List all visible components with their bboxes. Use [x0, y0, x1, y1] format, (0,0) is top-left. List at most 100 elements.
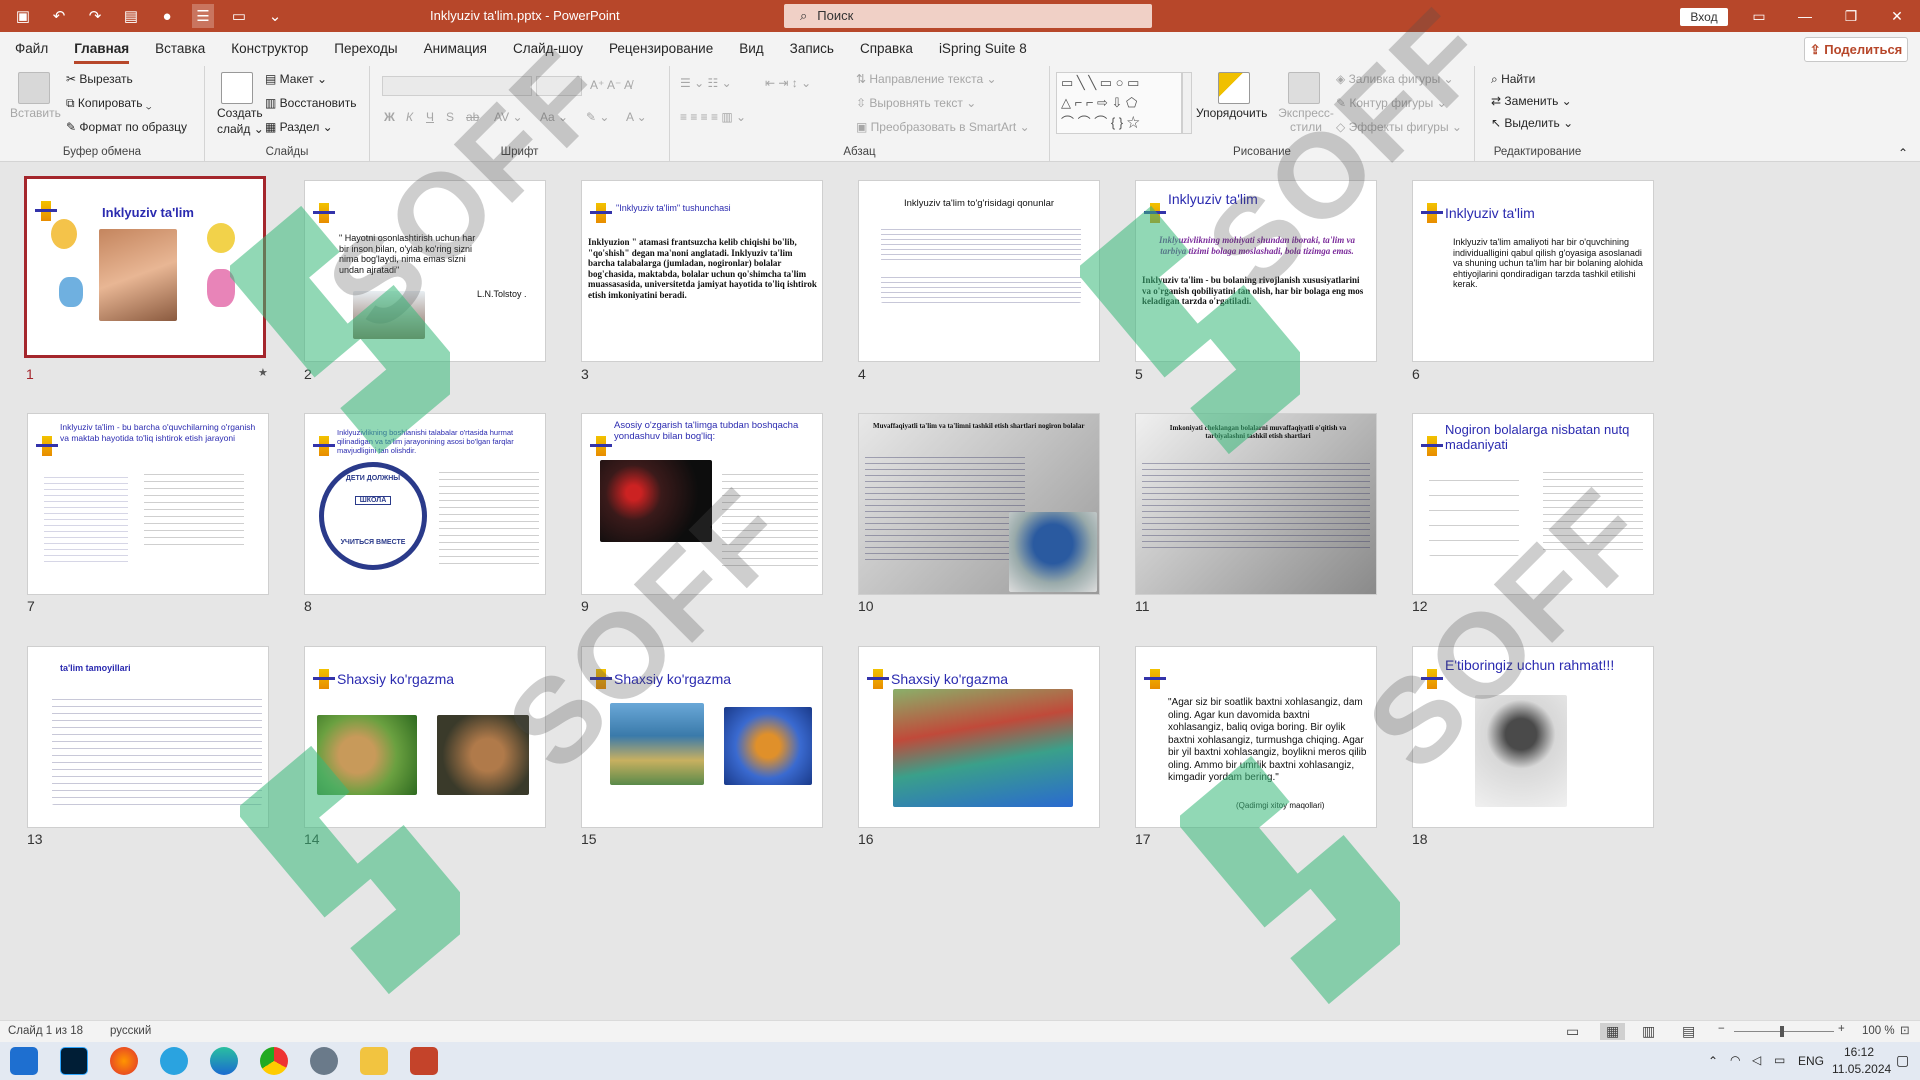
notifications-icon[interactable]: ▢ — [1896, 1052, 1909, 1069]
zoom-in-icon[interactable]: + — [1838, 1023, 1845, 1035]
settings-icon[interactable] — [310, 1047, 338, 1075]
slideshow-view-icon[interactable]: ▤ — [1682, 1023, 1695, 1040]
photoshop-icon[interactable] — [60, 1047, 88, 1075]
close-icon[interactable]: ✕ — [1874, 0, 1920, 32]
font-color-icon[interactable]: A ⌄ — [626, 110, 647, 124]
font-size-select[interactable] — [536, 76, 582, 96]
tab-home[interactable]: Главная — [74, 41, 129, 64]
slide-sorter-icon[interactable]: ☰ — [192, 4, 214, 28]
volume-icon[interactable]: ◁ — [1752, 1053, 1761, 1067]
cut-button[interactable]: ✂ Вырезать — [66, 72, 133, 86]
underline-icon[interactable]: Ч — [426, 110, 434, 124]
font-family-select[interactable] — [382, 76, 532, 96]
slide-thumb-13[interactable]: ta'lim tamoyillari — [27, 646, 269, 828]
slide-thumb-14[interactable]: Shaxsiy ko'rgazma — [304, 646, 546, 828]
presenter-icon[interactable]: ▭ — [228, 7, 250, 25]
quick-styles-button[interactable]: Экспресс-стили — [1272, 106, 1340, 134]
slide-thumb-4[interactable]: Inklyuziv ta'lim to'g'risidagi qonunlar — [858, 180, 1100, 362]
layout-button[interactable]: ▤ Макет ⌄ — [265, 72, 327, 86]
new-slide-button-line2[interactable]: слайд ⌄ — [217, 122, 264, 136]
spacing-icon[interactable]: AV ⌄ — [494, 110, 523, 124]
collapse-ribbon-icon[interactable]: ⌃ — [1898, 146, 1908, 160]
copy-button[interactable]: ⧉ Копировать ⌄ — [66, 96, 152, 111]
tab-insert[interactable]: Вставка — [155, 41, 205, 56]
ribbon-display-icon[interactable]: ▭ — [1736, 0, 1782, 32]
slide-thumb-8[interactable]: Inklyuzivlikning boshlanishi talabalar o… — [304, 413, 546, 595]
bullets-icon[interactable]: ☰ ⌄ ☷ ⌄ — [680, 76, 732, 90]
arrange-button[interactable]: Упорядочить — [1196, 106, 1267, 120]
slide-thumb-3[interactable]: "Inklyuziv ta'lim" tushunchasi Inklyuzio… — [581, 180, 823, 362]
customize-toolbar-icon[interactable]: ⌄ — [264, 7, 286, 25]
tab-slideshow[interactable]: Слайд-шоу — [513, 41, 583, 56]
tab-animations[interactable]: Анимация — [424, 41, 487, 56]
undo-icon[interactable]: ↶ — [48, 7, 70, 25]
tab-review[interactable]: Рецензирование — [609, 41, 713, 56]
tab-file[interactable]: Файл — [15, 41, 48, 56]
text-direction-button[interactable]: ⇅ Направление текста ⌄ — [856, 72, 997, 86]
select-button[interactable]: ↖ Выделить ⌄ — [1491, 116, 1573, 130]
font-grow-icon[interactable]: A⁺ A⁻ A̸ — [590, 78, 632, 92]
case-icon[interactable]: Aa ⌄ — [540, 110, 568, 124]
zoom-level[interactable]: 100 % — [1862, 1025, 1895, 1037]
reading-view-icon[interactable]: ▥ — [1642, 1023, 1655, 1040]
slide-thumb-9[interactable]: Asosiy o'zgarish ta'limga tubdan boshqac… — [581, 413, 823, 595]
slide-thumb-12[interactable]: Nogiron bolalarga nisbatan nutq madaniya… — [1412, 413, 1654, 595]
save-icon[interactable]: ▣ — [12, 7, 34, 25]
slide-thumb-16[interactable]: Shaxsiy ko'rgazma — [858, 646, 1100, 828]
shapes-gallery[interactable]: ▭ ╲ ╲ ▭ ○ ▭ △ ⌐ ⌐ ⇨ ⇩ ⬠ ⌒ ⌒ ⌒ { } ☆ — [1056, 72, 1182, 134]
slide-thumb-15[interactable]: Shaxsiy ko'rgazma — [581, 646, 823, 828]
login-button[interactable]: Вход — [1680, 8, 1728, 26]
new-slide-button[interactable]: Создать — [217, 106, 263, 120]
tab-record[interactable]: Запись — [790, 41, 834, 56]
slideshow-start-icon[interactable]: ▤ — [120, 7, 142, 25]
file-explorer-icon[interactable] — [360, 1047, 388, 1075]
slide-thumb-7[interactable]: Inklyuziv ta'lim - bu barcha o'quvchilar… — [27, 413, 269, 595]
chrome-icon[interactable] — [260, 1047, 288, 1075]
align-text-button[interactable]: ⇳ Выровнять текст ⌄ — [856, 96, 976, 110]
highlight-icon[interactable]: ✎ ⌄ — [586, 110, 609, 124]
redo-icon[interactable]: ↷ — [84, 7, 106, 25]
slide-thumb-6[interactable]: Inklyuziv ta'lim Inklyuziv ta'lim amaliy… — [1412, 180, 1654, 362]
battery-icon[interactable]: ▭ — [1774, 1053, 1785, 1067]
language-indicator[interactable]: русский — [110, 1025, 151, 1037]
format-painter-button[interactable]: ✎ Формат по образцу — [66, 120, 187, 134]
share-button[interactable]: ⇪ Поделиться — [1804, 37, 1908, 62]
replace-button[interactable]: ⇄ Заменить ⌄ — [1491, 94, 1572, 108]
slide-thumb-10[interactable]: Muvaffaqiyatli ta'lim va ta'limni tashki… — [858, 413, 1100, 595]
clock-date[interactable]: 11.05.2024 — [1832, 1062, 1891, 1076]
shape-outline-button[interactable]: ✎ Контур фигуры ⌄ — [1336, 96, 1447, 110]
telegram-icon[interactable] — [160, 1047, 188, 1075]
slide-thumb-1[interactable]: Inklyuziv ta'lim — [24, 176, 266, 358]
windows-start-icon[interactable] — [10, 1047, 38, 1075]
wifi-icon[interactable]: ◠ — [1730, 1053, 1740, 1067]
restore-icon[interactable]: ❐ — [1828, 0, 1874, 32]
fit-slide-icon[interactable]: ⊡ — [1900, 1023, 1910, 1037]
slide-thumb-18[interactable]: E'tiboringiz uchun rahmat!!! — [1412, 646, 1654, 828]
shadow-icon[interactable]: S — [446, 110, 454, 124]
shapes-scroll[interactable] — [1182, 72, 1192, 134]
section-button[interactable]: ▦ Раздел ⌄ — [265, 120, 333, 134]
zoom-slider[interactable] — [1734, 1031, 1834, 1032]
slide-thumb-2[interactable]: " Hayotni osonlashtirish uchun har bir i… — [304, 180, 546, 362]
tab-ispring[interactable]: iSpring Suite 8 — [939, 41, 1027, 56]
strikethrough-icon[interactable]: ab — [466, 110, 479, 124]
tray-chevron-icon[interactable]: ⌃ — [1708, 1054, 1718, 1068]
input-language[interactable]: ENG — [1798, 1054, 1824, 1068]
tab-design[interactable]: Конструктор — [231, 41, 308, 56]
bold-icon[interactable]: Ж — [384, 110, 395, 124]
powerpoint-icon[interactable] — [410, 1047, 438, 1075]
arrange-icon[interactable] — [1218, 72, 1250, 104]
search-box[interactable]: ⌕ Поиск — [784, 4, 1152, 28]
find-button[interactable]: ⌕ Найти — [1491, 72, 1535, 87]
paste-icon[interactable] — [18, 72, 50, 104]
tab-help[interactable]: Справка — [860, 41, 913, 56]
slide-sorter-view-icon[interactable]: ▦ — [1600, 1023, 1626, 1040]
normal-view-icon[interactable]: ▭ — [1566, 1023, 1579, 1040]
indent-icon[interactable]: ⇤ ⇥ ↕ ⌄ — [765, 76, 811, 90]
smartart-button[interactable]: ▣ Преобразовать в SmartArt ⌄ — [856, 120, 1030, 134]
clock-time[interactable]: 16:12 — [1844, 1045, 1874, 1059]
slide-thumb-17[interactable]: "Agar siz bir soatlik baxtni xohlasangiz… — [1135, 646, 1377, 828]
tab-transitions[interactable]: Переходы — [334, 41, 397, 56]
edge-icon[interactable] — [210, 1047, 238, 1075]
record-icon[interactable]: ● — [156, 8, 178, 25]
